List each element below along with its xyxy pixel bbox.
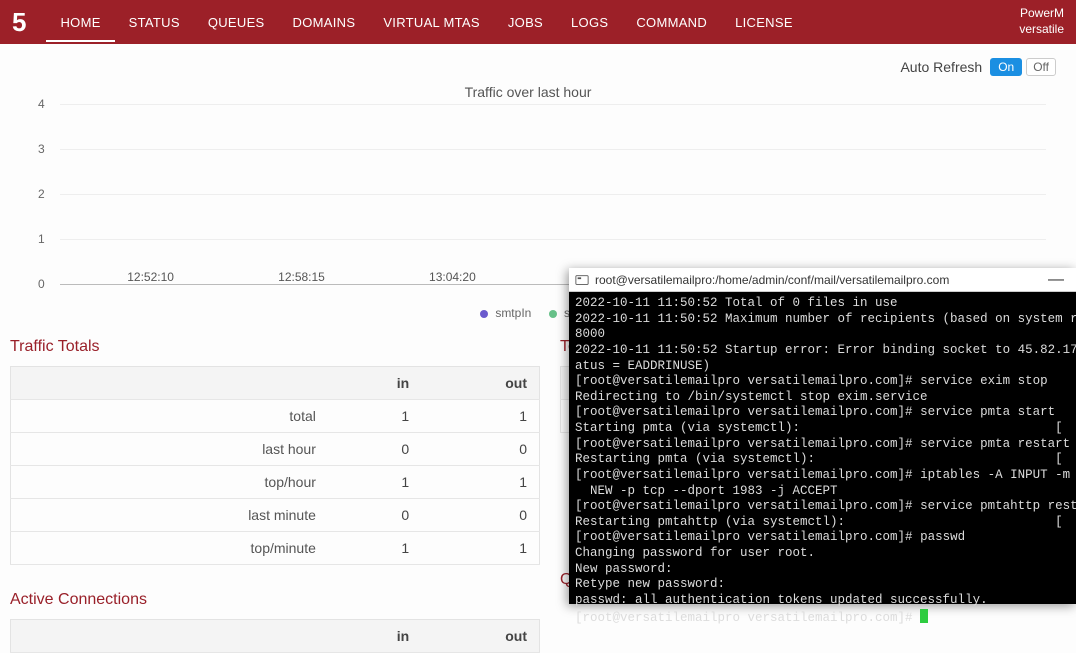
col-in: in <box>328 620 421 653</box>
col-out: out <box>421 367 539 400</box>
traffic-totals-table: in out total11 last hour00 top/hour11 la… <box>10 366 540 565</box>
cursor-icon <box>920 609 928 623</box>
chart-plot-area: 4 3 2 1 0 <box>60 104 1046 284</box>
minimize-icon[interactable]: — <box>1042 271 1070 289</box>
col-blank <box>11 620 328 653</box>
terminal-window[interactable]: root@versatilemailpro:/home/admin/conf/m… <box>569 268 1076 604</box>
table-row: top/minute11 <box>11 532 540 565</box>
nav-command[interactable]: COMMAND <box>622 3 721 42</box>
terminal-title-bar[interactable]: root@versatilemailpro:/home/admin/conf/m… <box>569 268 1076 292</box>
y-tick: 2 <box>38 187 45 201</box>
nav-virtual-mtas[interactable]: VIRTUAL MTAS <box>369 3 494 42</box>
brand-label: PowerM versatile <box>1019 6 1064 37</box>
brand-line2: versatile <box>1019 22 1064 38</box>
table-row: top/hour11 <box>11 466 540 499</box>
col-out: out <box>421 620 539 653</box>
nav-logs[interactable]: LOGS <box>557 3 622 42</box>
brand-line1: PowerM <box>1019 6 1064 22</box>
top-nav-bar: 5 HOME STATUS QUEUES DOMAINS VIRTUAL MTA… <box>0 0 1076 44</box>
legend-series-0: smtpIn <box>495 306 531 320</box>
nav-queues[interactable]: QUEUES <box>194 3 279 42</box>
y-tick: 3 <box>38 142 45 156</box>
auto-refresh-bar: Auto Refresh On Off <box>0 44 1076 84</box>
y-tick: 4 <box>38 97 45 111</box>
legend-dot-icon <box>549 310 557 318</box>
y-tick: 1 <box>38 232 45 246</box>
x-tick: 12:58:15 <box>278 270 325 284</box>
table-row: last hour00 <box>11 433 540 466</box>
legend-dot-icon <box>480 310 488 318</box>
nav-home[interactable]: HOME <box>46 3 114 42</box>
nav-status[interactable]: STATUS <box>115 3 194 42</box>
nav-domains[interactable]: DOMAINS <box>279 3 370 42</box>
active-connections-table: in out <box>10 619 540 653</box>
x-tick: 13:04:20 <box>429 270 476 284</box>
table-row: last minute00 <box>11 499 540 532</box>
col-in: in <box>328 367 421 400</box>
main-nav: HOME STATUS QUEUES DOMAINS VIRTUAL MTAS … <box>46 3 806 42</box>
table-row: total11 <box>11 400 540 433</box>
app-logo: 5 <box>12 7 26 38</box>
active-connections-title: Active Connections <box>10 583 540 619</box>
auto-refresh-label: Auto Refresh <box>900 59 982 75</box>
terminal-title: root@versatilemailpro:/home/admin/conf/m… <box>595 273 949 287</box>
auto-refresh-on-button[interactable]: On <box>990 58 1022 76</box>
terminal-body[interactable]: 2022-10-11 11:50:52 Total of 0 files in … <box>569 292 1076 630</box>
chart-title: Traffic over last hour <box>10 84 1046 104</box>
col-blank <box>11 367 328 400</box>
x-tick: 12:52:10 <box>127 270 174 284</box>
nav-jobs[interactable]: JOBS <box>494 3 557 42</box>
terminal-icon <box>575 273 589 287</box>
auto-refresh-off-button[interactable]: Off <box>1026 58 1056 76</box>
nav-license[interactable]: LICENSE <box>721 3 807 42</box>
traffic-totals-title: Traffic Totals <box>10 330 540 366</box>
y-tick: 0 <box>38 277 45 291</box>
